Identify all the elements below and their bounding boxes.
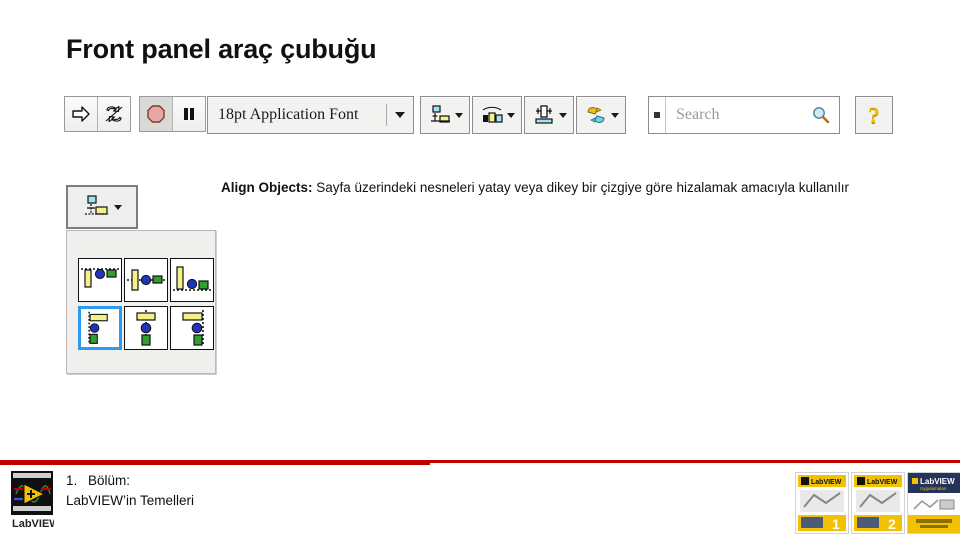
align-bottom-edges[interactable] bbox=[170, 258, 214, 302]
course-manual-1[interactable]: LabVIEW 1 bbox=[795, 472, 849, 534]
abort-execution-button[interactable] bbox=[140, 97, 173, 131]
front-panel-toolbar bbox=[64, 96, 206, 132]
font-selector-arrow[interactable] bbox=[387, 112, 413, 118]
align-right-edges[interactable] bbox=[170, 306, 214, 350]
svg-text:LabVIEW: LabVIEW bbox=[811, 479, 842, 486]
align-top-edges[interactable] bbox=[78, 258, 122, 302]
labview-magazine[interactable]: LabVIEW Uygulamaları bbox=[907, 472, 960, 534]
svg-text:Uygulamaları: Uygulamaları bbox=[920, 486, 947, 491]
align-objects-icon bbox=[82, 194, 112, 220]
chapter-title: LabVIEW’in Temelleri bbox=[66, 493, 195, 509]
resize-objects-button[interactable] bbox=[524, 96, 574, 134]
align-objects-icon bbox=[428, 103, 452, 127]
footer-divider-accent bbox=[0, 460, 430, 465]
svg-text:2: 2 bbox=[888, 516, 896, 532]
description-term: Align Objects: bbox=[221, 180, 313, 195]
context-help-button[interactable]: ? bbox=[855, 96, 893, 134]
chapter-number: 1. bbox=[66, 473, 78, 488]
font-selector[interactable]: 18pt Application Font bbox=[207, 96, 414, 134]
resize-objects-icon bbox=[532, 103, 556, 127]
description-text: Align Objects: Sayfa üzerindeki nesneler… bbox=[221, 178, 861, 198]
chevron-down-icon bbox=[454, 112, 463, 118]
chapter-word: Bölüm: bbox=[88, 473, 131, 488]
svg-text:LabVIEW: LabVIEW bbox=[867, 479, 898, 486]
page-title: Front panel araç çubuğu bbox=[66, 34, 377, 64]
search-input[interactable]: Search bbox=[666, 106, 811, 124]
reorder-objects-icon bbox=[584, 103, 608, 127]
reorder-objects-button[interactable] bbox=[576, 96, 626, 134]
chevron-down-icon bbox=[610, 112, 619, 118]
chevron-down-icon bbox=[506, 112, 515, 118]
footer-caption: 1. Bölüm: LabVIEW’in Temelleri bbox=[66, 471, 194, 512]
distribute-objects-icon bbox=[480, 103, 504, 127]
chevron-down-icon bbox=[395, 112, 405, 118]
svg-text:LabVIEW: LabVIEW bbox=[920, 477, 955, 486]
align-options-grid bbox=[78, 258, 214, 352]
align-objects-dropdown[interactable] bbox=[66, 185, 138, 229]
abort-pause-group bbox=[139, 96, 206, 132]
font-selector-value: 18pt Application Font bbox=[218, 106, 359, 123]
labview-logo: LabVIEW bbox=[10, 470, 54, 530]
align-left-edges[interactable] bbox=[78, 306, 122, 350]
pause-icon bbox=[178, 103, 200, 125]
svg-text:LabVIEW: LabVIEW bbox=[12, 518, 54, 530]
run-button-group bbox=[64, 96, 131, 132]
run-arrow-icon bbox=[70, 103, 92, 125]
run-button[interactable] bbox=[65, 97, 98, 131]
align-horizontal-centers[interactable] bbox=[124, 306, 168, 350]
run-continuously-icon bbox=[103, 103, 125, 125]
question-mark-icon: ? bbox=[868, 102, 880, 128]
align-objects-button[interactable] bbox=[420, 96, 470, 134]
manual-thumbnails: LabVIEW 1 LabVIEW 2 LabVIEW Uygulamaları bbox=[795, 472, 960, 534]
abort-execution-icon bbox=[145, 103, 167, 125]
magnifier-icon[interactable] bbox=[811, 105, 839, 125]
align-vertical-centers[interactable] bbox=[124, 258, 168, 302]
search-anchor-icon bbox=[649, 97, 666, 133]
svg-text:1: 1 bbox=[832, 516, 840, 532]
pause-button[interactable] bbox=[173, 97, 205, 131]
run-continuously-button[interactable] bbox=[98, 97, 130, 131]
description-body: Sayfa üzerindeki nesneleri yatay veya di… bbox=[312, 180, 850, 195]
search-box[interactable]: Search bbox=[648, 96, 840, 134]
chevron-down-icon bbox=[114, 204, 122, 210]
chevron-down-icon bbox=[558, 112, 567, 118]
align-objects-palette bbox=[66, 230, 216, 374]
distribute-objects-button[interactable] bbox=[472, 96, 522, 134]
course-manual-2[interactable]: LabVIEW 2 bbox=[851, 472, 905, 534]
